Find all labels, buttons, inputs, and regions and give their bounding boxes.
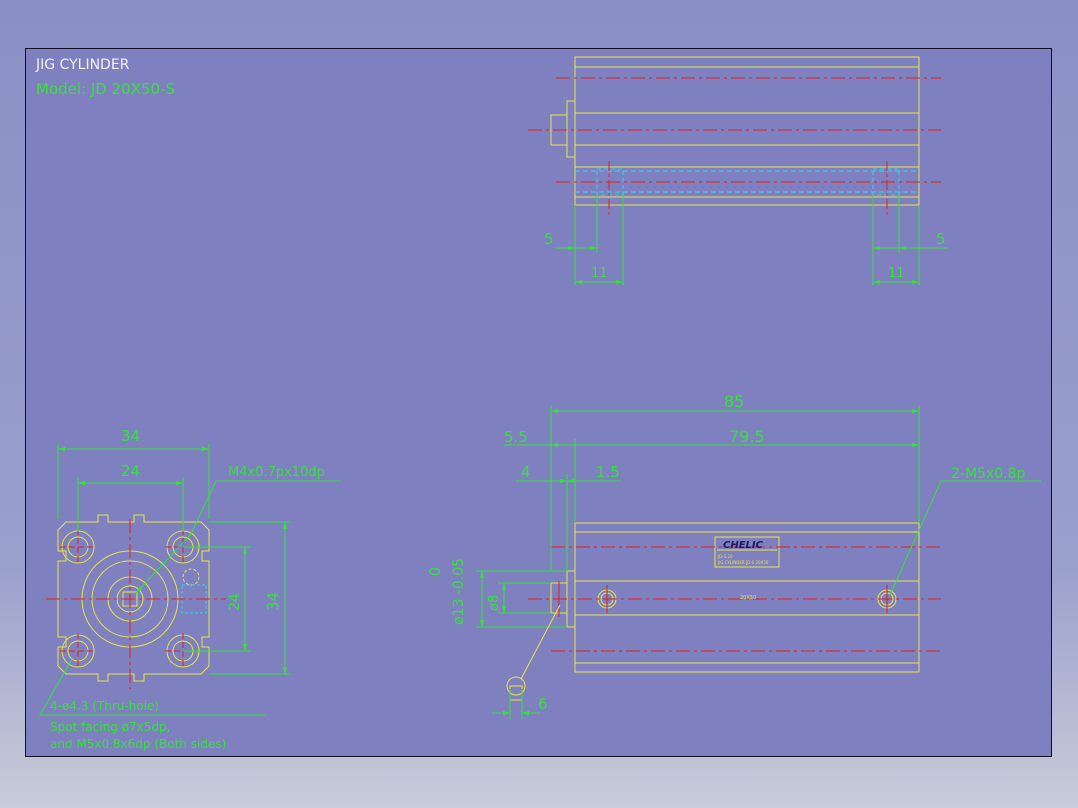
side-label-line-2: JIG CYLINDER JD-S 20X50 <box>717 560 769 565</box>
top-dim-left-width: 11 <box>591 266 608 281</box>
drawing-sheet: JIG CYLINDER Model: JD 20X50-S 5 11 5 11… <box>25 48 1052 757</box>
top-dim-right-width: 11 <box>888 266 905 281</box>
side-rod-diameter: ø8 <box>487 595 502 611</box>
drawing-title: JIG CYLINDER <box>35 57 130 73</box>
side-mid-mark: 20X50 <box>740 595 756 601</box>
side-label-brand: CHELIC <box>723 540 764 551</box>
end-hole-note: 4-ø4.3 (Thru-hole) <box>50 699 159 713</box>
drawing-model: Model: JD 20X50-S <box>36 80 175 98</box>
end-spot-note-1: Spot facing ø7x5dp, <box>50 720 170 734</box>
side-dim-overall-length: 85 <box>724 392 744 411</box>
side-port-note: 2-M5x0.8p <box>951 466 1025 482</box>
side-wrench-flat: 6 <box>538 695 548 713</box>
top-dim-left-offset: 5 <box>544 230 554 248</box>
side-dim-rod-extension: 5.5 <box>504 428 528 446</box>
top-view <box>528 56 948 285</box>
side-tolerance-upper: 0 <box>428 567 444 576</box>
side-dim-body-length: 79.5 <box>729 427 765 446</box>
top-dim-right-offset: 5 <box>936 230 946 248</box>
drawing-canvas: JIG CYLINDER Model: JD 20X50-S 5 11 5 11… <box>35 56 1041 751</box>
end-view <box>39 444 341 716</box>
end-spot-note-2: and M5x0.8x6dp (Both sides) <box>50 737 226 751</box>
end-thread-note: M4x0.7px10dp <box>228 465 325 480</box>
end-dim-width: 34 <box>121 427 140 445</box>
end-dim-hole-pitch-vertical: 24 <box>227 593 243 611</box>
end-dim-height: 34 <box>264 592 282 611</box>
end-dim-hole-pitch: 24 <box>121 462 140 480</box>
side-label-line-1: JD-S 20 <box>717 554 733 559</box>
side-dim-4: 4 <box>521 463 531 481</box>
side-dim-1-5: 1.5 <box>596 463 620 481</box>
side-rod-boss-diameter: ø13 -0.05 <box>451 558 467 625</box>
